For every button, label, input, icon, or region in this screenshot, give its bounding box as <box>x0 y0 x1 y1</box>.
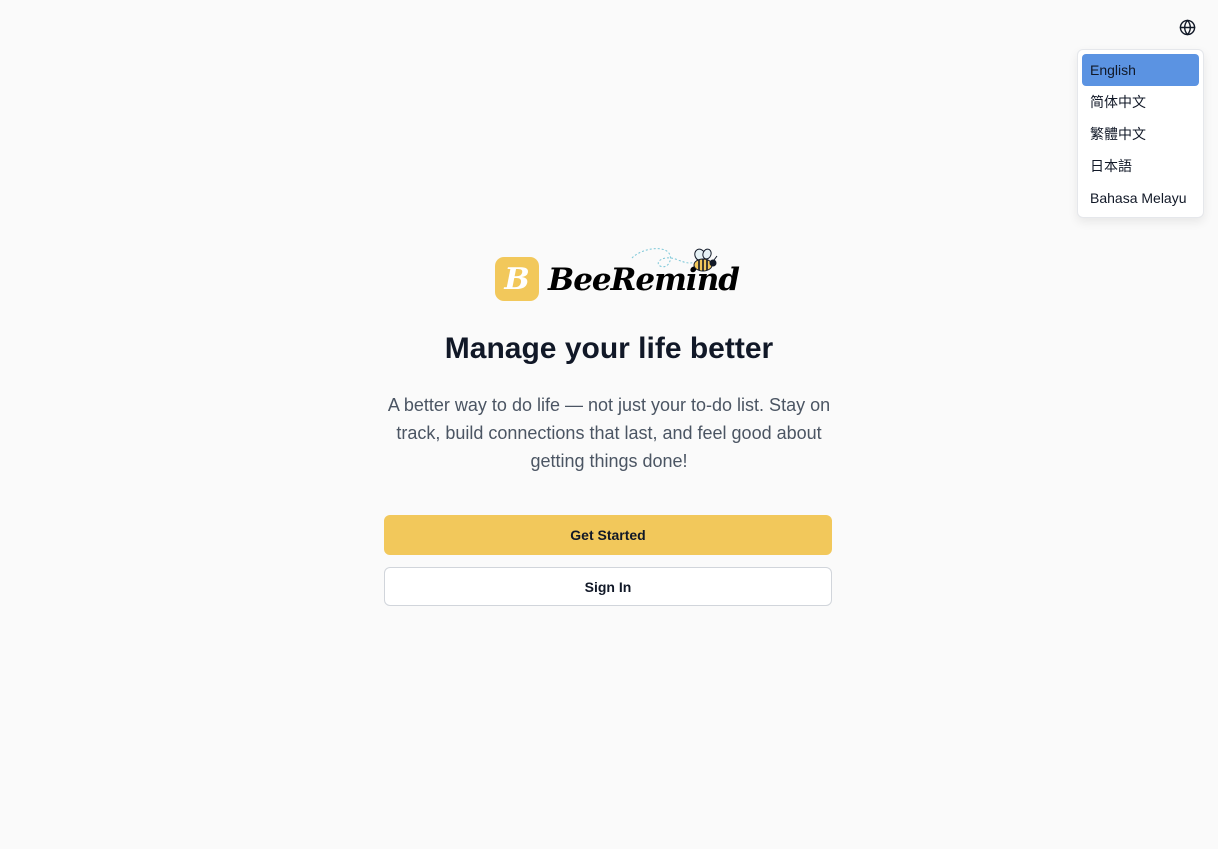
language-menu: English 简体中文 繁體中文 日本語 Bahasa Melayu <box>1077 49 1204 218</box>
get-started-button[interactable]: Get Started <box>384 515 832 555</box>
page-title: Manage your life better <box>444 332 774 365</box>
language-option-simplified-chinese[interactable]: 简体中文 <box>1082 86 1199 118</box>
bee-icon <box>693 248 718 272</box>
brand-logo: B BeeRemind <box>494 246 740 304</box>
language-switcher-button[interactable] <box>1175 15 1199 39</box>
language-option-traditional-chinese[interactable]: 繁體中文 <box>1082 118 1199 150</box>
page-subtitle: A better way to do life — not just your … <box>387 395 831 471</box>
flight-path-icon <box>631 248 695 268</box>
language-option-english[interactable]: English <box>1082 54 1199 86</box>
logo-badge-letter: B <box>504 262 530 297</box>
language-option-japanese[interactable]: 日本語 <box>1082 150 1199 182</box>
logo-badge: B <box>495 257 539 301</box>
language-option-malay[interactable]: Bahasa Melayu <box>1082 182 1199 214</box>
sign-in-button[interactable]: Sign In <box>384 567 832 606</box>
globe-icon <box>1179 19 1195 35</box>
